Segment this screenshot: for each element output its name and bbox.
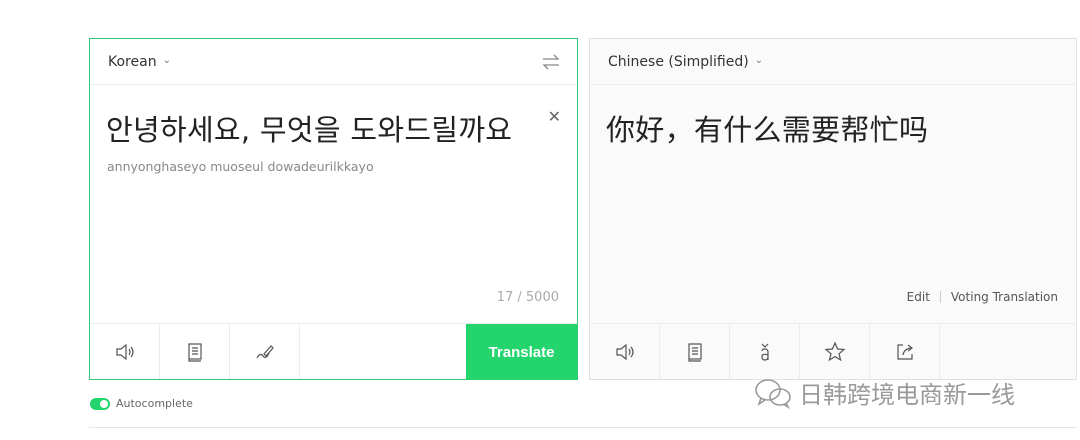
translation-output: 你好，有什么需要帮忙吗 xyxy=(606,113,929,147)
edit-actions: Edit Voting Translation xyxy=(907,290,1058,304)
edit-link[interactable]: Edit xyxy=(907,290,930,304)
target-language-label: Chinese (Simplified) xyxy=(608,53,749,70)
source-panel: Korean ⌄ 안녕하세요, 무엇을 도와드릴까요 ✕ annyonghase… xyxy=(89,38,578,380)
star-icon[interactable] xyxy=(800,324,870,379)
autocomplete-toggle[interactable] xyxy=(90,397,110,410)
source-language-select[interactable]: Korean ⌄ xyxy=(108,54,171,70)
voting-translation-link[interactable]: Voting Translation xyxy=(951,290,1058,304)
translate-button[interactable]: Translate xyxy=(466,324,577,380)
target-toolbar xyxy=(590,323,1076,379)
watermark: 日韩跨境电商新一线 xyxy=(753,375,1015,410)
target-language-select[interactable]: Chinese (Simplified) ⌄ xyxy=(608,54,763,70)
source-toolbar: Translate xyxy=(90,323,577,380)
divider xyxy=(939,291,941,303)
divider xyxy=(89,427,1077,428)
source-language-label: Korean xyxy=(108,53,157,70)
character-counter: 17 / 5000 xyxy=(496,290,559,305)
speaker-icon[interactable] xyxy=(90,324,160,379)
source-text-input[interactable]: 안녕하세요, 무엇을 도와드릴까요 xyxy=(106,107,512,149)
share-icon[interactable] xyxy=(870,324,940,379)
handwriting-icon[interactable] xyxy=(230,324,300,379)
target-header: Chinese (Simplified) ⌄ xyxy=(590,39,1076,85)
romanization-text: annyonghaseyo muoseul dowadeurilkkayo xyxy=(107,159,374,174)
wechat-icon xyxy=(755,378,791,409)
swap-languages-icon[interactable] xyxy=(541,52,561,72)
document-icon[interactable] xyxy=(660,324,730,379)
target-panel: Chinese (Simplified) ⌄ 你好，有什么需要帮忙吗 Edit … xyxy=(589,38,1077,380)
watermark-text: 日韩跨境电商新一线 xyxy=(799,381,1015,409)
speaker-icon[interactable] xyxy=(590,324,660,379)
autocomplete-label: Autocomplete xyxy=(116,397,193,410)
autocomplete-setting: Autocomplete xyxy=(90,397,193,410)
chevron-down-icon: ⌄ xyxy=(162,55,171,66)
chevron-down-icon: ⌄ xyxy=(754,55,764,66)
source-header: Korean ⌄ xyxy=(90,39,577,85)
clear-icon[interactable]: ✕ xyxy=(548,107,561,126)
document-icon[interactable] xyxy=(160,324,230,379)
pinyin-icon[interactable] xyxy=(730,324,800,379)
